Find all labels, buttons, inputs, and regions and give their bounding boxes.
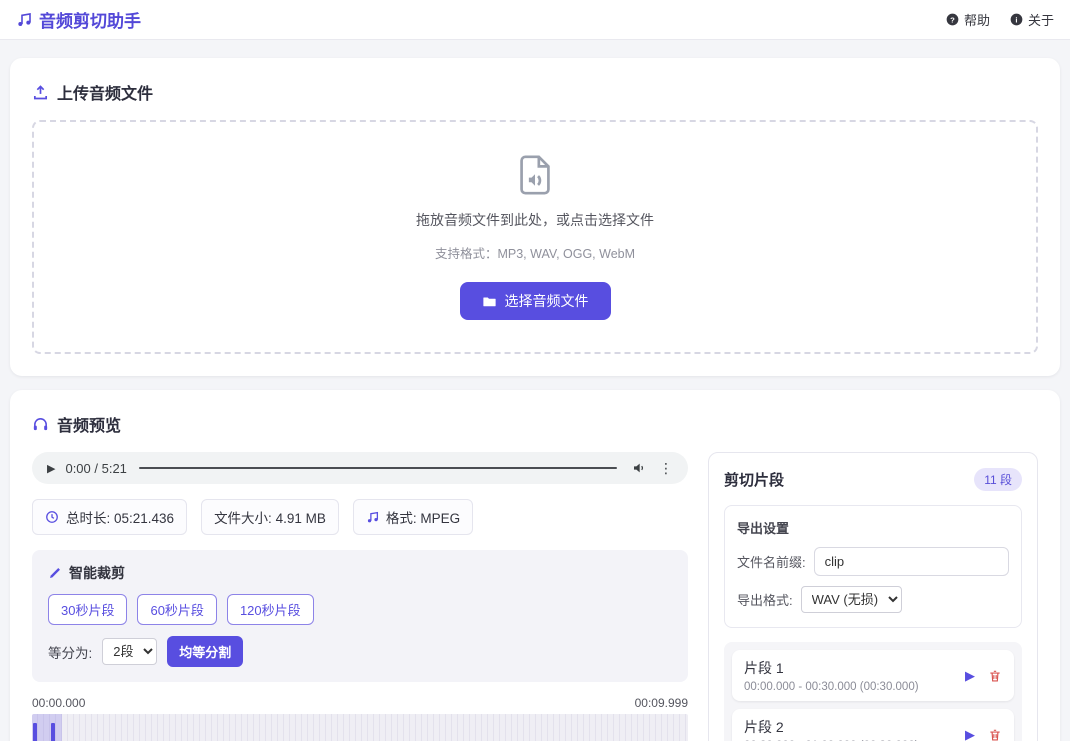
format-row: 导出格式: WAV (无损) [737,586,1009,613]
info-circle-icon: i [1010,13,1023,26]
clock-icon [46,511,58,523]
dropzone-text: 拖放音频文件到此处，或点击选择文件 [416,212,654,228]
duration-label: 总时长: 05:21.436 [66,511,175,526]
clip-play-button[interactable]: ▶ [965,727,975,741]
select-file-button[interactable]: 选择音频文件 [459,282,611,320]
export-format-select[interactable]: WAV (无损) [800,586,902,613]
preset-buttons: 30秒片段 60秒片段 120秒片段 [48,594,672,625]
app-title: 音频剪切助手 [39,12,141,31]
format-label: 格式: MPEG [385,511,461,526]
headphones-icon [33,417,48,430]
audio-info-row: 总时长: 05:21.436 文件大小: 4.91 MB 格式: MPEG [32,499,688,535]
help-link[interactable]: ? 帮助 [946,10,990,29]
prefix-row: 文件名前缀: [737,547,1009,576]
upload-icon [33,84,48,99]
clip-actions: ▶ [965,668,1002,684]
clip-meta: 片段 2 00:30.000 - 01:00.000 (00:30.000) [744,717,919,741]
about-label: 关于 [1027,13,1054,28]
smart-cut-header: 智能裁剪 [48,563,672,583]
dropzone[interactable]: 拖放音频文件到此处，或点击选择文件 支持格式：MP3, WAV, OGG, We… [32,120,1038,354]
clip-card: 片段 2 00:30.000 - 01:00.000 (00:30.000) ▶ [732,709,1014,741]
clip-name: 片段 1 [744,660,784,676]
equal-split-button[interactable]: 均等分割 [167,636,244,667]
music-note-icon [18,12,31,26]
waveform-labels: 00:00.000 00:09.999 [32,696,688,710]
svg-text:i: i [1015,15,1017,24]
waveform-start-label: 00:00.000 [32,696,86,710]
question-circle-icon: ? [946,13,959,26]
player-time: 0:00 / 5:21 [65,460,127,476]
upload-section-title: 上传音频文件 [57,86,154,103]
top-bar: 音频剪切助手 ? 帮助 i 关于 [0,0,1070,40]
clip-delete-button[interactable] [988,669,1002,683]
clips-panel: 剪切片段 11 段 导出设置 文件名前缀: 导出格式: WAV (无损) [708,452,1038,741]
filesize-label: 文件大小: 4.91 MB [214,511,326,526]
clip-count-badge: 11 段 [974,468,1022,491]
select-file-label: 选择音频文件 [504,293,589,309]
waveform-end-label: 00:09.999 [634,696,688,710]
preset-120s-button[interactable]: 120秒片段 [226,594,314,625]
smart-cut-title: 智能裁剪 [69,565,125,581]
about-link[interactable]: i 关于 [1010,10,1054,29]
prefix-input[interactable] [813,547,1009,576]
clip-meta: 片段 1 00:00.000 - 00:30.000 (00:30.000) [744,658,919,693]
split-label: 等分为: [48,645,93,661]
app-brand: 音频剪切助手 [16,7,141,32]
duration-chip: 总时长: 05:21.436 [32,499,188,535]
export-settings: 导出设置 文件名前缀: 导出格式: WAV (无损) [724,505,1022,628]
filesize-chip: 文件大小: 4.91 MB [201,499,339,535]
selection-end-handle[interactable] [51,723,55,741]
audio-file-icon [520,155,550,195]
waveform[interactable] [32,714,688,741]
smart-cut-panel: 智能裁剪 30秒片段 60秒片段 120秒片段 等分为: 2段 均等分割 [32,550,688,682]
trash-icon [990,729,1000,741]
supported-formats-text: 支持格式：MP3, WAV, OGG, WebM [434,247,636,261]
preset-30s-button[interactable]: 30秒片段 [48,594,128,625]
split-row: 等分为: 2段 均等分割 [48,636,672,667]
export-format-label: 导出格式: [737,593,793,608]
upload-section-header: 上传音频文件 [32,80,1038,104]
split-count-select[interactable]: 2段 [102,638,158,665]
player-seek-bar[interactable] [138,467,617,469]
selection-start-handle[interactable] [33,723,37,741]
svg-text:?: ? [950,15,955,24]
volume-icon[interactable] [631,459,647,477]
preview-section-title: 音频预览 [57,418,122,435]
preview-section-header: 音频预览 [32,412,1038,436]
clip-card: 片段 1 00:00.000 - 00:30.000 (00:30.000) ▶ [732,650,1014,701]
preview-card: 音频预览 ▶ 0:00 / 5:21 ⋮ 总时长: 05:21.436 文件大小… [10,390,1060,741]
clips-panel-header: 剪切片段 11 段 [724,468,1022,491]
clips-title: 剪切片段 [724,472,785,489]
clip-list: 片段 1 00:00.000 - 00:30.000 (00:30.000) ▶ [724,642,1022,741]
top-nav: ? 帮助 i 关于 [946,10,1054,29]
upload-card: 上传音频文件 拖放音频文件到此处，或点击选择文件 支持格式：MP3, WAV, … [10,58,1060,376]
clip-name: 片段 2 [744,719,784,735]
clip-actions: ▶ [965,727,1002,741]
help-label: 帮助 [963,13,990,28]
preset-60s-button[interactable]: 60秒片段 [137,594,217,625]
player-play-button[interactable]: ▶ [47,462,55,475]
clip-delete-button[interactable] [988,728,1002,741]
format-chip: 格式: MPEG [352,499,474,535]
prefix-label: 文件名前缀: [737,555,806,570]
pen-icon [50,568,60,578]
export-settings-title: 导出设置 [737,521,790,536]
preview-left-column: ▶ 0:00 / 5:21 ⋮ 总时长: 05:21.436 文件大小: 4.9… [32,452,688,741]
music-note-small-icon [367,511,378,522]
player-menu-button[interactable]: ⋮ [659,460,673,477]
audio-player: ▶ 0:00 / 5:21 ⋮ [32,452,688,484]
clip-play-button[interactable]: ▶ [965,668,975,684]
trash-icon [990,670,1000,682]
clip-range: 00:00.000 - 00:30.000 (00:30.000) [744,681,919,693]
folder-icon [482,296,496,306]
